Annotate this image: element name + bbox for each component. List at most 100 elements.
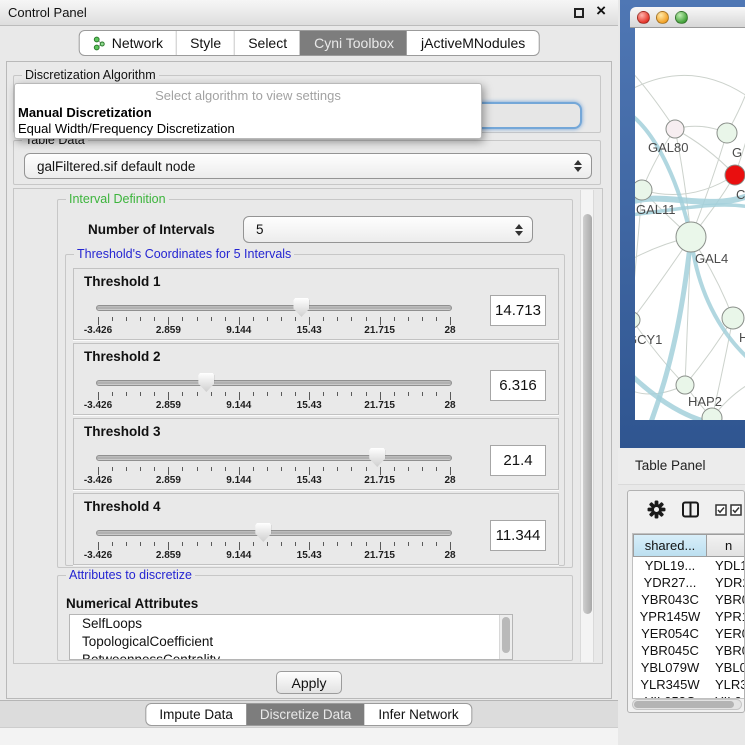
split-columns-icon[interactable] xyxy=(682,501,699,518)
attributes-list-scrollbar[interactable] xyxy=(499,615,512,659)
discretization-algorithm-label: Discretization Algorithm xyxy=(22,68,159,82)
threshold-slider-track[interactable] xyxy=(96,455,452,461)
scrollbar-thumb[interactable] xyxy=(634,701,734,708)
slider-tick-label: -3.426 xyxy=(84,475,112,486)
network-node[interactable] xyxy=(666,120,684,138)
table-cell: YBR045C xyxy=(633,642,707,659)
table-column-header[interactable]: shared... xyxy=(633,534,707,557)
tick-mark xyxy=(408,467,409,471)
tab-jactivemnodules[interactable]: jActiveMNodules xyxy=(407,31,538,55)
zoom-traffic-light-icon[interactable] xyxy=(675,11,688,24)
threshold-slider-track[interactable] xyxy=(96,530,452,536)
tab-select[interactable]: Select xyxy=(234,31,300,55)
tick-mark xyxy=(366,542,367,546)
algorithm-option[interactable]: Manual Discretization xyxy=(17,105,479,121)
gear-icon[interactable] xyxy=(647,500,666,519)
threshold-panel: Threshold 2-3.4262.8599.14415.4321.71528… xyxy=(73,343,559,415)
table-row[interactable]: YDR27...YDR2 xyxy=(633,574,745,591)
tick-mark xyxy=(309,467,310,475)
tick-mark xyxy=(436,317,437,321)
checkbox-icon[interactable] xyxy=(730,504,742,516)
tick-mark xyxy=(394,542,395,546)
table-row[interactable]: YPR145WYPR1 xyxy=(633,608,745,625)
num-intervals-dropdown[interactable]: 5 xyxy=(243,216,533,243)
minimize-traffic-light-icon[interactable] xyxy=(656,11,669,24)
threshold-value-field[interactable]: 6.316 xyxy=(490,370,546,401)
tick-mark xyxy=(98,317,99,325)
table-cell: YBL079W xyxy=(633,659,707,676)
tab-impute-data[interactable]: Impute Data xyxy=(146,704,246,725)
threshold-value-field[interactable]: 21.4 xyxy=(490,445,546,476)
table-row[interactable]: YLR345WYLR3 xyxy=(633,676,745,693)
tick-mark xyxy=(267,392,268,396)
close-icon[interactable]: × xyxy=(596,1,606,21)
threshold-panel: Threshold 4-3.4262.8599.14415.4321.71528… xyxy=(73,493,559,565)
network-node[interactable] xyxy=(676,222,706,252)
network-node[interactable] xyxy=(717,123,737,143)
network-icon xyxy=(93,36,106,51)
tick-mark xyxy=(436,392,437,396)
attribute-list-item[interactable]: TopologicalCoefficient xyxy=(70,633,512,651)
tick-mark xyxy=(394,467,395,471)
table-row[interactable]: YER054CYER0 xyxy=(633,625,745,642)
threshold-slider-track[interactable] xyxy=(96,380,452,386)
threshold-slider-thumb[interactable] xyxy=(198,373,214,392)
tick-mark xyxy=(182,542,183,546)
tick-mark xyxy=(168,467,169,475)
tick-mark xyxy=(394,317,395,321)
table-data-dropdown[interactable]: galFiltered.sif default node xyxy=(24,153,592,179)
network-node[interactable] xyxy=(725,165,745,185)
table-row[interactable]: YBL079WYBL0 xyxy=(633,659,745,676)
network-window: GAL80GCGAL11GAL4GCY1HHAP2 xyxy=(620,0,745,448)
tab-style[interactable]: Style xyxy=(176,31,234,55)
tab-discretize-data[interactable]: Discretize Data xyxy=(246,704,365,725)
threshold-slider-thumb[interactable] xyxy=(293,298,309,317)
network-node[interactable] xyxy=(635,312,640,328)
threshold-value-field[interactable]: 14.713 xyxy=(490,295,546,326)
algorithm-dropdown-popup: Select algorithm to view settings Manual… xyxy=(14,83,482,139)
scrollbar-thumb[interactable] xyxy=(583,214,592,614)
table-horizontal-scrollbar[interactable] xyxy=(632,699,742,710)
tick-mark xyxy=(239,392,240,400)
table-row[interactable]: YBR045CYBR0 xyxy=(633,642,745,659)
algorithm-option[interactable]: Equal Width/Frequency Discretization xyxy=(17,121,479,137)
table-cell: YER054C xyxy=(633,625,707,642)
tab-infer-network[interactable]: Infer Network xyxy=(364,704,471,725)
close-traffic-light-icon[interactable] xyxy=(637,11,650,24)
tick-mark xyxy=(112,542,113,546)
threshold-slider-track[interactable] xyxy=(96,305,452,311)
slider-tick-label: 21.715 xyxy=(364,325,395,336)
threshold-label: Threshold 1 xyxy=(84,274,161,289)
table-body: YDL19...YDL1YDR27...YDR2YBR043CYBR0YPR14… xyxy=(633,557,745,699)
table-row[interactable]: YBR043CYBR0 xyxy=(633,591,745,608)
tab-network[interactable]: Network xyxy=(80,31,176,55)
checkbox-icon[interactable] xyxy=(715,504,727,516)
threshold-slider-thumb[interactable] xyxy=(255,523,271,542)
attribute-list-item[interactable]: SelfLoops xyxy=(70,615,512,633)
tick-mark xyxy=(253,392,254,396)
network-node[interactable] xyxy=(635,180,652,200)
tick-mark xyxy=(112,467,113,471)
table-column-header[interactable]: n xyxy=(707,534,745,557)
network-canvas[interactable]: GAL80GCGAL11GAL4GCY1HHAP2 xyxy=(635,28,745,420)
tab-cyni-toolbox[interactable]: Cyni Toolbox xyxy=(300,31,407,55)
tab-label: jActiveMNodules xyxy=(421,35,525,51)
tick-mark xyxy=(140,392,141,396)
tick-mark xyxy=(309,392,310,400)
tick-mark xyxy=(380,392,381,400)
scrollbar-thumb[interactable] xyxy=(502,617,510,653)
tick-mark xyxy=(211,542,212,546)
tick-mark xyxy=(140,467,141,471)
attribute-list-item[interactable]: BetweennessCentrality xyxy=(70,651,512,660)
settings-scrollbar[interactable] xyxy=(580,190,594,662)
network-node[interactable] xyxy=(722,307,744,329)
table-row[interactable]: YDL19...YDL1 xyxy=(633,557,745,574)
apply-button[interactable]: Apply xyxy=(276,671,342,694)
slider-tick-label: 2.859 xyxy=(156,550,181,561)
slider-tick-label: -3.426 xyxy=(84,550,112,561)
tick-mark xyxy=(323,467,324,471)
float-window-icon[interactable] xyxy=(574,8,584,18)
threshold-slider-thumb[interactable] xyxy=(369,448,385,467)
network-node[interactable] xyxy=(676,376,694,394)
threshold-value-field[interactable]: 11.344 xyxy=(490,520,546,551)
